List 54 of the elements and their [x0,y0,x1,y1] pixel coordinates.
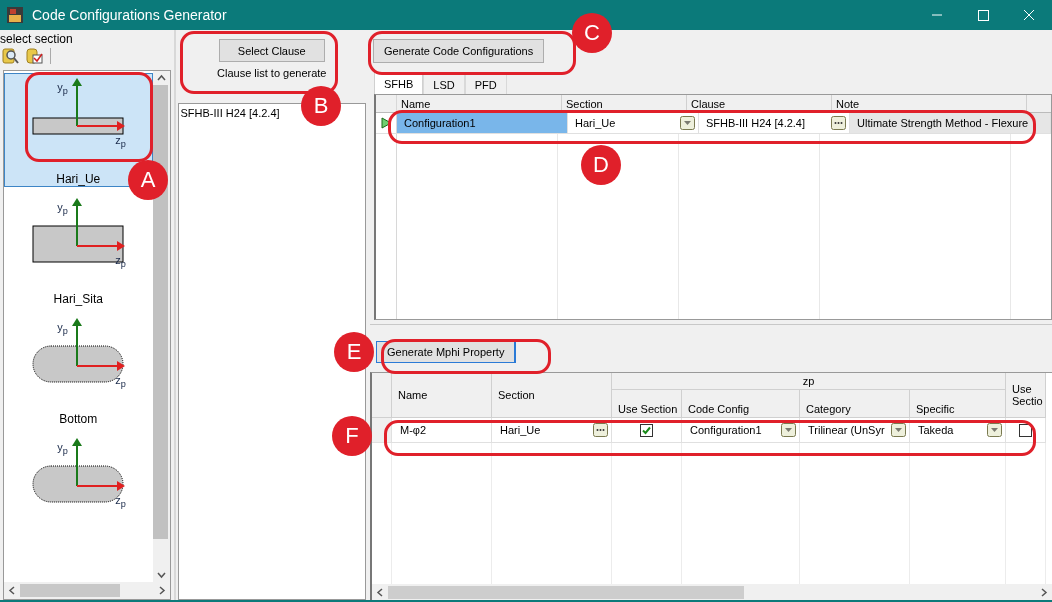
axis-label: z$_{p}$ [115,134,126,151]
axis-label: y$_{p}$ [57,201,68,218]
table-cell: SFHB-III H24 [4.2.4] [706,117,806,129]
dropdown-icon[interactable] [891,423,906,437]
section-item[interactable]: y$_{p}$ z$_{p}$ [4,433,153,547]
database-check-icon[interactable] [26,47,44,65]
dropdown-icon[interactable] [781,423,796,437]
section-name: Bottom [59,412,98,426]
section-name: Hari_Sita [53,292,103,306]
column-header: Use Section [618,403,678,415]
clause-list-label: Clause list to generate [217,67,327,79]
column-header: Clause [687,95,832,112]
column-group-header: zp [612,373,1006,390]
column-header: Section [562,95,687,112]
horizontal-scrollbar[interactable] [4,582,170,599]
checkbox[interactable] [640,423,653,437]
checkbox[interactable] [1019,423,1032,437]
table-cell: M-φ2 [400,424,427,436]
horizontal-scrollbar[interactable] [372,584,1052,600]
dropdown-icon[interactable] [680,116,695,130]
tab[interactable]: LSD [423,74,465,94]
table-cell: Configuration1 [404,117,476,129]
table-cell: Hari_Ue [575,117,616,129]
column-header: Section [498,389,535,401]
panel-label: select section [0,31,74,46]
search-icon[interactable] [2,47,20,65]
axis-label: z$_{p}$ [115,494,126,511]
axis-label: y$_{p}$ [57,81,68,98]
window-title: Code Configurations Generator [32,7,227,23]
annotation-marker: B [301,86,341,126]
column-header: Note [832,95,1027,112]
column-header: Category [806,403,851,415]
section-name: Hari_Ue [56,172,101,186]
generate-configurations-button[interactable]: Generate Code Configurations [373,39,545,63]
axis-label: z$_{p}$ [115,374,126,391]
column-header: Name [398,389,428,401]
column-header: Use Sectio [1012,383,1044,407]
table-cell: Trilinear (UnSyr [808,424,885,436]
table-cell: Ultimate Strength Method - Flexure [857,117,1029,129]
app-icon [6,6,24,24]
select-clause-button[interactable]: Select Clause [218,39,325,62]
table-cell: Takeda [918,424,954,436]
column-header: Code Config [688,403,750,415]
table-cell: Configuration1 [690,424,762,436]
table-cell: Hari_Ue [500,424,541,436]
dropdown-icon[interactable] [987,423,1002,437]
column-header: Name [397,95,562,112]
generate-mphi-button[interactable]: Generate Mphi Property [376,341,517,363]
column-header: Specific [916,403,955,415]
axis-label: y$_{p}$ [57,321,68,338]
ellipsis-icon[interactable] [593,423,608,437]
section-item[interactable]: y$_{p}$ z$_{p}$ Bottom [4,313,153,427]
ellipsis-icon[interactable] [831,116,846,130]
axis-label: y$_{p}$ [57,441,68,458]
